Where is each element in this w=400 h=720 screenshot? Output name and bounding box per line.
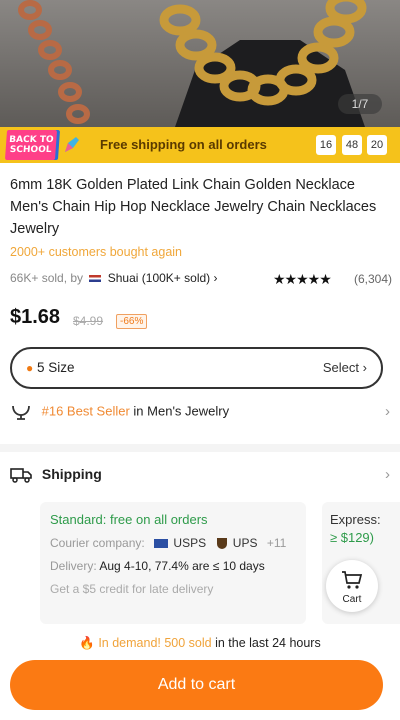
courier-more: +11 — [266, 536, 287, 550]
promo-banner[interactable]: BACK TO SCHOOL Free shipping on all orde… — [0, 127, 400, 163]
chevron-right-icon: › — [385, 403, 390, 420]
chevron-right-icon: › — [213, 271, 218, 285]
delivery-value: Aug 4-10, 77.4% are ≤ 10 days — [99, 559, 265, 573]
courier-usps: USPS — [173, 536, 207, 550]
sold-count: 66K+ sold, by — [10, 271, 84, 285]
delivery-row: Delivery: Aug 4-10, 77.4% are ≤ 10 days — [50, 559, 265, 573]
flame-icon: 🔥 — [79, 636, 95, 650]
demand-rest: in the last 24 hours — [215, 636, 321, 650]
truck-icon — [10, 468, 32, 484]
standard-shipping-card[interactable]: Standard: free on all orders Courier com… — [40, 502, 306, 624]
timer-hours: 16 — [316, 135, 336, 155]
standard-shipping-text: Standard: free on all orders — [50, 512, 208, 527]
shipping-title: Shipping — [41, 466, 102, 482]
courier-ups: UPS — [232, 536, 258, 550]
floating-cart-button[interactable]: Cart — [326, 560, 378, 612]
size-selector[interactable]: ● 5 Size Select › — [10, 347, 383, 389]
late-delivery-credit: Get a $5 credit for late delivery — [50, 582, 214, 596]
image-counter: 1/7 — [338, 94, 382, 114]
back-to-school-badge: BACK TO SCHOOL — [4, 130, 58, 160]
size-select-button[interactable]: Select › — [323, 349, 367, 387]
product-image-gallery[interactable]: 1/7 — [0, 0, 400, 127]
rating-stars: ★★★★★ — [273, 271, 332, 287]
demand-highlight: In demand! 500 sold — [98, 636, 212, 650]
promo-text: Free shipping on all orders — [100, 137, 267, 152]
section-divider — [0, 444, 400, 452]
original-price: $4.99 — [73, 314, 104, 328]
bestseller-rank: #16 Best Seller — [41, 403, 130, 419]
shipping-header[interactable]: Shipping › — [10, 466, 390, 490]
timer-minutes: 48 — [342, 135, 362, 155]
pencil-icon — [65, 137, 79, 152]
store-flag-icon — [89, 275, 102, 283]
flame-icon: ● — [26, 361, 34, 375]
bestseller-category: in Men's Jewelry — [133, 403, 230, 419]
chevron-right-icon: › — [362, 360, 367, 375]
store-name[interactable]: Shuai (100K+ sold) — [108, 271, 210, 285]
express-label: Express: — [330, 512, 381, 527]
discount-badge: -66% — [116, 314, 148, 329]
usps-logo-icon — [154, 539, 169, 549]
ups-logo-icon — [217, 538, 228, 550]
courier-label: Courier company: — [50, 536, 145, 550]
cart-label: Cart — [342, 594, 362, 605]
product-title: 6mm 18K Golden Plated Link Chain Golden … — [10, 177, 377, 237]
select-label: Select — [322, 360, 360, 375]
rating-count[interactable]: (6,304) — [354, 272, 392, 286]
size-label: ● 5 Size — [26, 349, 75, 387]
price: $1.68 — [10, 306, 61, 328]
express-value: ≥ $129) — [330, 530, 374, 545]
chevron-right-icon: › — [385, 466, 390, 483]
bestseller-row[interactable]: #16 Best Seller in Men's Jewelry › — [10, 403, 390, 425]
cart-icon — [342, 571, 363, 589]
sold-and-store-row[interactable]: 66K+ sold, by Shuai (100K+ sold) › ★★★★★… — [10, 271, 392, 291]
add-to-cart-button[interactable]: Add to cart — [10, 660, 383, 710]
timer-seconds: 20 — [367, 135, 387, 155]
trophy-icon — [12, 405, 30, 420]
back-to-school-logo-text: BACK TO SCHOOL — [8, 135, 54, 155]
courier-row: Courier company: USPS UPS +11 — [50, 536, 286, 550]
delivery-label: Delivery: — [50, 559, 97, 573]
bought-again-text: 2000+ customers bought again — [10, 245, 182, 259]
demand-notice: 🔥 In demand! 500 sold in the last 24 hou… — [0, 636, 400, 651]
size-count: 5 Size — [37, 360, 75, 375]
